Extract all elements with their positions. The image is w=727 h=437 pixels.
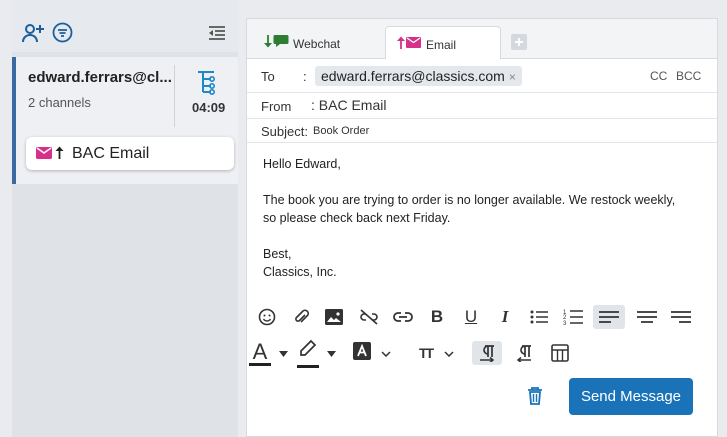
sidebar-toolbar [12, 0, 238, 52]
conversation-channels: 2 channels [28, 95, 91, 110]
workflow-icon[interactable] [195, 69, 219, 100]
divider [174, 65, 175, 127]
channel-tabs: Webchat Email [247, 19, 717, 59]
discard-icon[interactable] [527, 387, 543, 410]
tab-webchat[interactable]: Webchat [253, 26, 381, 59]
svg-text:3: 3 [563, 321, 567, 326]
chevron-down-icon [381, 344, 391, 362]
from-label: From [261, 99, 292, 114]
add-tab-icon[interactable] [511, 34, 527, 55]
attachment-icon[interactable] [287, 305, 315, 329]
font-color-label: A [249, 340, 271, 366]
cc-button[interactable]: CC [650, 69, 667, 83]
bullet-list-icon[interactable] [525, 305, 553, 329]
send-message-button[interactable]: Send Message [569, 378, 693, 415]
text-background-icon [353, 341, 371, 365]
email-icon [406, 37, 421, 51]
conversation-sidebar: edward.ferrars@cl... 2 channels 04:09 BA… [12, 0, 238, 437]
background-color-button[interactable] [353, 341, 399, 365]
font-size-button[interactable]: TT [419, 341, 465, 365]
rtl-direction-icon[interactable] [509, 341, 539, 365]
from-row: From : BAC Email [247, 93, 717, 119]
add-contact-icon[interactable] [21, 22, 45, 49]
align-right-icon[interactable] [665, 305, 697, 329]
body-line [263, 173, 703, 191]
subject-input[interactable]: Book Order [313, 125, 369, 137]
tab-label: Webchat [293, 37, 341, 51]
ltr-direction-icon[interactable] [472, 341, 502, 365]
emoji-icon[interactable] [253, 305, 281, 329]
to-row: To : edward.ferrars@classics.com × CC BCC [247, 59, 717, 93]
underline-button[interactable]: U [457, 305, 485, 329]
subject-label: Subject: [261, 124, 308, 139]
text-size-icon: TT [419, 345, 434, 361]
inbound-arrow-icon [264, 35, 272, 51]
recipient-address: edward.ferrars@classics.com [321, 68, 505, 84]
tab-label: Email [426, 38, 457, 52]
body-line: Hello Edward, [263, 157, 341, 171]
link-icon[interactable] [389, 305, 417, 329]
message-body[interactable]: Hello Edward, The book you are trying to… [263, 155, 703, 281]
channel-card-email[interactable]: BAC Email [26, 137, 234, 170]
conversation-email: edward.ferrars@cl... [28, 69, 172, 86]
chat-bubble-icon [273, 34, 289, 51]
table-icon[interactable] [545, 341, 575, 365]
chevron-down-icon [444, 344, 454, 362]
compose-panel: Webchat Email To : edward.ferrars@classi… [246, 18, 718, 437]
chevron-down-icon [327, 344, 336, 362]
align-left-icon[interactable] [593, 305, 625, 329]
collapse-panel-icon[interactable] [208, 25, 226, 46]
highlight-color-button[interactable] [297, 339, 343, 368]
outbound-arrow-icon [55, 146, 64, 164]
italic-button[interactable]: I [491, 305, 519, 329]
font-color-button[interactable]: A [249, 340, 295, 366]
conversation-timer: 04:09 [192, 100, 226, 115]
highlighter-icon [297, 339, 319, 368]
bcc-button[interactable]: BCC [676, 69, 701, 83]
unlink-icon[interactable] [355, 305, 383, 329]
conversation-item[interactable]: edward.ferrars@cl... 2 channels 04:09 BA… [12, 57, 238, 184]
filter-icon[interactable] [52, 22, 73, 48]
subject-row: Subject: Book Order [247, 119, 717, 143]
body-line: so please check back next Friday. [263, 211, 451, 225]
outbound-arrow-icon [397, 36, 405, 52]
body-line: Classics, Inc. [263, 265, 337, 279]
body-line [263, 227, 703, 245]
numbered-list-icon[interactable]: 123 [559, 305, 587, 329]
tab-email[interactable]: Email [385, 26, 501, 59]
body-line: Best, [263, 247, 292, 261]
remove-recipient-icon[interactable]: × [509, 70, 516, 84]
channel-label: BAC Email [72, 145, 150, 162]
body-line: The book you are trying to order is no l… [263, 193, 676, 207]
app: edward.ferrars@cl... 2 channels 04:09 BA… [0, 0, 727, 437]
to-separator: : [303, 69, 307, 84]
from-select[interactable]: : BAC Email [311, 97, 386, 113]
align-center-icon[interactable] [631, 305, 663, 329]
recipient-chip[interactable]: edward.ferrars@classics.com × [315, 66, 522, 86]
insert-image-icon[interactable] [320, 305, 348, 329]
email-icon [36, 146, 52, 164]
bold-button[interactable]: B [423, 305, 451, 329]
to-label: To [261, 69, 275, 84]
chevron-down-icon [279, 344, 288, 362]
